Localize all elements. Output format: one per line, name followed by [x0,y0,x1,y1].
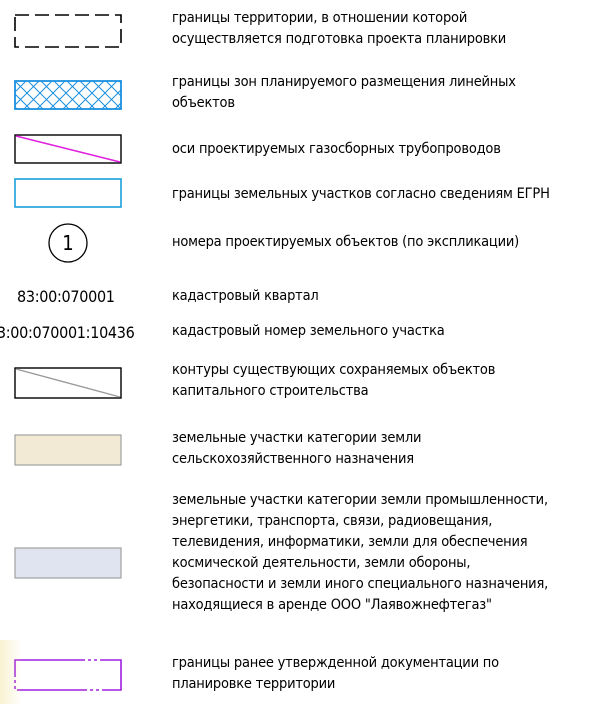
pipeline-axis-symbol [14,134,122,164]
cadastral-quarter-code: 83:00:070001 [17,287,115,306]
object-number-text: 1 [62,231,74,255]
agricultural-land-fill-symbol [14,434,122,466]
legend-label: границы ранее утвержденной документации … [172,655,499,692]
map-legend: границы территории, в отношении которой … [0,0,597,704]
legend-label: земельные участки категории земли сельск… [172,430,422,467]
cadastral-number-code: 83:00:070001:10436 [0,323,135,342]
crosshatch-symbol [14,80,122,110]
land-plot-boundary-symbol [14,178,122,208]
legend-label: оси проектируемых газосборных трубопрово… [172,141,501,157]
existing-object-contour-symbol [14,367,122,399]
dashed-boundary-symbol [14,13,122,49]
legend-label: контуры существующих сохраняемых объекто… [172,362,496,399]
legend-label: номера проектируемых объектов (по экспли… [172,234,520,250]
legend-label: границы зон планируемого размещения лине… [172,74,516,111]
legend-label: земельные участки категории земли промыш… [172,492,549,613]
industrial-land-fill-symbol [14,547,122,579]
object-number-circle-icon: 1 [47,222,89,264]
legend-label: границы территории, в отношении которой … [172,10,507,47]
background-map-fragment [0,640,22,704]
legend-label: границы земельных участков согласно свед… [172,186,550,202]
legend-label: кадастровый квартал [172,288,319,304]
previous-documentation-boundary-symbol [14,659,122,691]
legend-label: кадастровый номер земельного участка [172,323,445,339]
